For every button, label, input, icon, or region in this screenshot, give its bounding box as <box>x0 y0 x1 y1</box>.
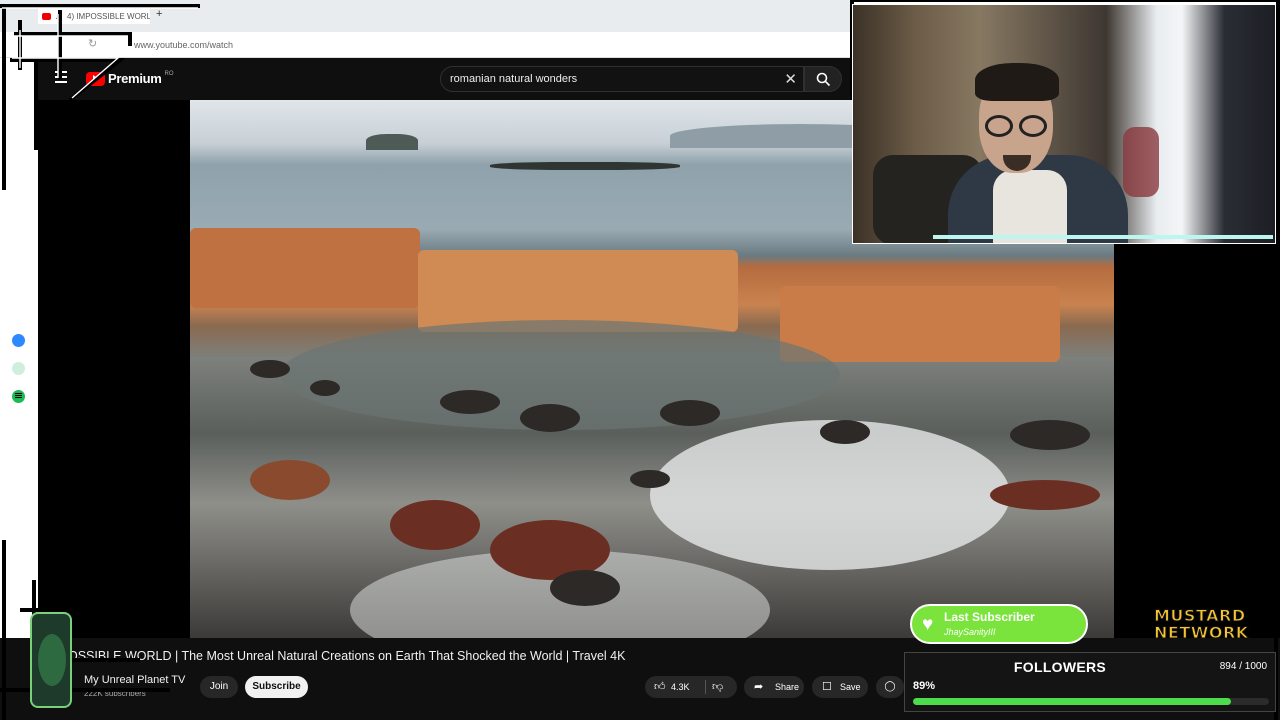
webcam-feed <box>852 4 1276 244</box>
webcam-glasses <box>985 115 1049 137</box>
network-logo: MUSTARD NETWORK <box>1154 607 1276 645</box>
webcam-accent-stripe <box>933 235 1273 239</box>
followers-percent: 89% <box>913 680 936 692</box>
followers-progress-track <box>913 698 1269 705</box>
network-logo-line1: MUSTARD <box>1154 606 1246 625</box>
network-logo-line2: NETWORK <box>1154 623 1249 642</box>
last-subscriber-widget: ♥ Last Subscriber JhaySanityIII <box>910 604 1088 644</box>
heart-icon: ♥ <box>922 614 934 635</box>
followers-count: 894 / 1000 <box>1219 661 1267 672</box>
last-subscriber-name: JhaySanityIII <box>944 627 996 637</box>
webcam-person-shirt <box>993 170 1067 243</box>
webcam-person-hair <box>975 63 1059 101</box>
last-subscriber-title: Last Subscriber <box>944 610 1035 624</box>
followers-goal-widget: FOLLOWERS 894 / 1000 89% <box>904 652 1276 712</box>
followers-progress-fill <box>913 698 1232 705</box>
followers-label: FOLLOWERS <box>1013 659 1107 675</box>
webcam-background-figure <box>1123 127 1159 197</box>
channel-badge-logo <box>30 612 72 708</box>
